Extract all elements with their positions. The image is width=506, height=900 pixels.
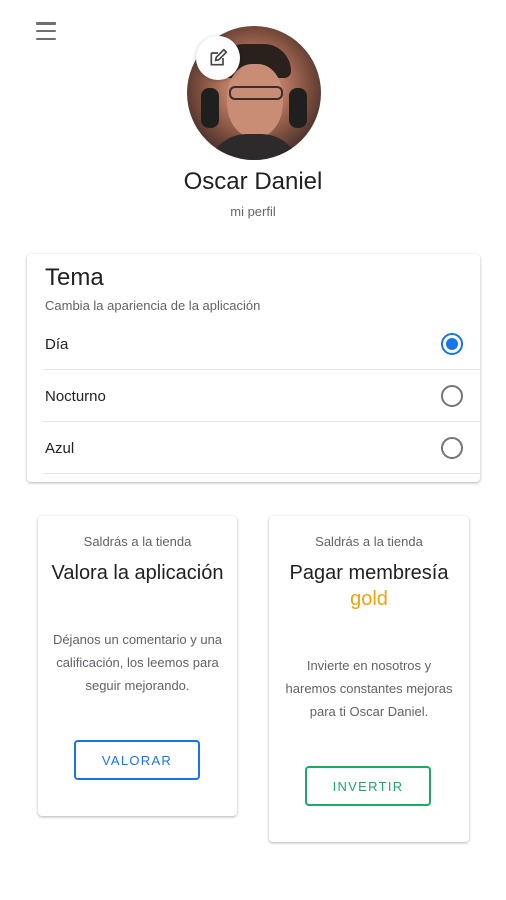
edit-photo-button[interactable] xyxy=(196,36,240,80)
theme-option-azul[interactable]: Azul xyxy=(27,422,480,474)
gold-label: gold xyxy=(350,588,388,610)
edit-icon xyxy=(210,48,228,66)
divider xyxy=(43,473,480,474)
menu-icon xyxy=(36,22,56,25)
theme-option-label: Azul xyxy=(45,439,75,457)
card-overline: Saldrás a la tienda xyxy=(83,534,192,549)
radio-unchecked-icon[interactable] xyxy=(441,385,463,407)
rate-button[interactable]: VALORAR xyxy=(74,740,200,780)
theme-description: Cambia la apariencia de la aplicación xyxy=(45,298,261,313)
invest-button[interactable]: INVERTIR xyxy=(305,766,431,806)
theme-option-nocturno[interactable]: Nocturno xyxy=(27,370,480,422)
theme-option-label: Día xyxy=(45,335,69,353)
radio-unchecked-icon[interactable] xyxy=(441,437,463,459)
menu-button[interactable] xyxy=(36,22,58,40)
card-title: Pagar membresía gold xyxy=(289,562,449,610)
radio-checked-icon[interactable] xyxy=(441,333,463,355)
profile-name: Oscar Daniel xyxy=(183,168,323,195)
theme-title: Tema xyxy=(45,264,104,291)
card-overline: Saldrás a la tienda xyxy=(315,534,423,549)
theme-card: Tema Cambia la apariencia de la aplicaci… xyxy=(27,254,480,482)
theme-option-dia[interactable]: Día xyxy=(27,318,480,370)
rate-app-card: Saldrás a la tienda Valora la aplicación… xyxy=(38,516,237,816)
membership-card: Saldrás a la tienda Pagar membresía gold… xyxy=(269,516,469,842)
card-title: Valora la aplicación xyxy=(51,562,224,584)
profile-subtitle: mi perfil xyxy=(230,204,276,219)
theme-option-label: Nocturno xyxy=(45,387,106,405)
card-body: Invierte en nosotros y haremos constante… xyxy=(285,658,453,719)
card-body: Déjanos un comentario y una calificación… xyxy=(52,632,223,693)
